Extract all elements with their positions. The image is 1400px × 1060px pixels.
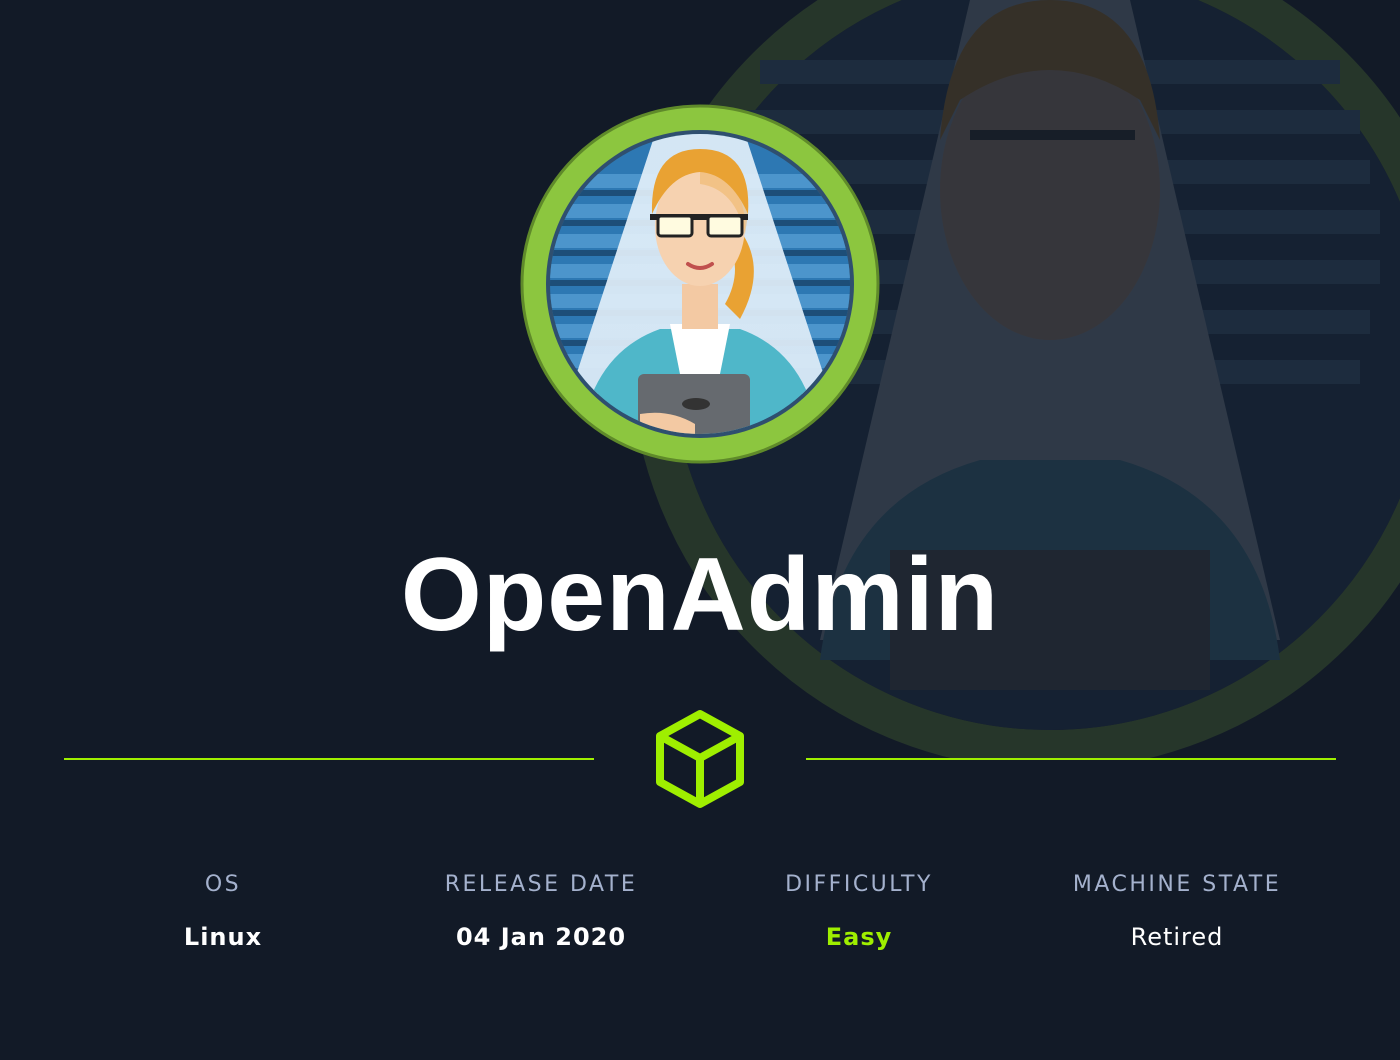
stat-difficulty: DIFFICULTY Easy [700, 870, 1018, 952]
stat-difficulty-value: Easy [825, 923, 893, 951]
stat-machine-state: MACHINE STATE Retired [1018, 870, 1336, 952]
machine-avatar [520, 104, 880, 464]
stat-os-value: Linux [183, 923, 263, 951]
stat-difficulty-label: DIFFICULTY [785, 872, 933, 897]
stat-os-label: OS [204, 872, 242, 897]
stat-os: OS Linux [64, 870, 382, 952]
stat-machine-state-label: MACHINE STATE [1072, 872, 1282, 897]
stat-release-date: RELEASE DATE 04 Jan 2020 [382, 870, 700, 952]
machine-title: OpenAdmin [400, 537, 1000, 653]
divider-right [806, 758, 1336, 760]
machine-stats: OS Linux RELEASE DATE 04 Jan 2020 DIFFIC… [64, 870, 1336, 970]
hackthebox-cube-icon [656, 710, 744, 808]
stat-release-date-value: 04 Jan 2020 [455, 923, 627, 951]
divider-left [64, 758, 594, 760]
stat-machine-state-value: Retired [1130, 923, 1224, 951]
machine-info-card: OpenAdmin OS Linux RELEASE DATE 04 Jan 2… [0, 0, 1400, 1060]
stat-release-date-label: RELEASE DATE [444, 872, 638, 897]
